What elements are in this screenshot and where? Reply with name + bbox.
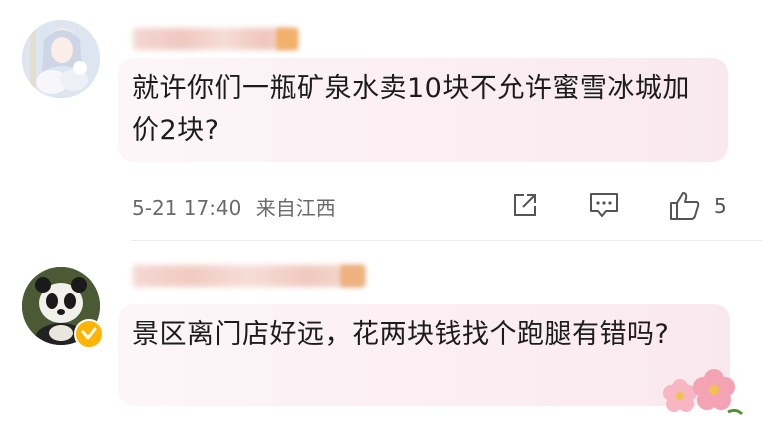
comment-bubble[interactable]: 景区离门店好远，花两块钱找个跑腿有错吗? bbox=[118, 304, 730, 406]
comment-bubble[interactable]: 就许你们一瓶矿泉水卖10块不允许蜜雪冰城加价2块? bbox=[118, 58, 728, 162]
verified-badge-icon bbox=[74, 319, 104, 349]
comment-item: 就许你们一瓶矿泉水卖10块不允许蜜雪冰城加价2块? 5-21 17:40 来自江… bbox=[0, 0, 762, 240]
comment-date: 5-21 17:40 bbox=[132, 196, 242, 220]
username-blurred-badge bbox=[276, 28, 298, 50]
share-icon bbox=[514, 194, 536, 216]
avatar[interactable] bbox=[22, 20, 100, 98]
like-button[interactable]: 5 bbox=[668, 190, 727, 222]
comment-meta: 5-21 17:40 来自江西 bbox=[132, 192, 344, 221]
comment-text: 景区离门店好远，花两块钱找个跑腿有错吗? bbox=[132, 319, 670, 350]
reply-button[interactable] bbox=[588, 190, 620, 220]
comment-text: 就许你们一瓶矿泉水卖10块不允许蜜雪冰城加价2块? bbox=[132, 73, 690, 146]
share-button[interactable] bbox=[510, 190, 540, 220]
username-blurred[interactable] bbox=[133, 265, 365, 287]
like-icon bbox=[670, 192, 700, 220]
reply-icon bbox=[590, 193, 618, 217]
comment-item: 景区离门店好远，花两块钱找个跑腿有错吗? bbox=[0, 240, 762, 427]
anime-avatar-icon bbox=[22, 20, 100, 98]
comment-location: 来自江西 bbox=[255, 196, 336, 220]
username-blurred[interactable] bbox=[133, 28, 298, 50]
flower-decoration-icon bbox=[658, 368, 744, 418]
username-blurred-badge bbox=[340, 265, 365, 287]
like-count: 5 bbox=[714, 194, 727, 218]
